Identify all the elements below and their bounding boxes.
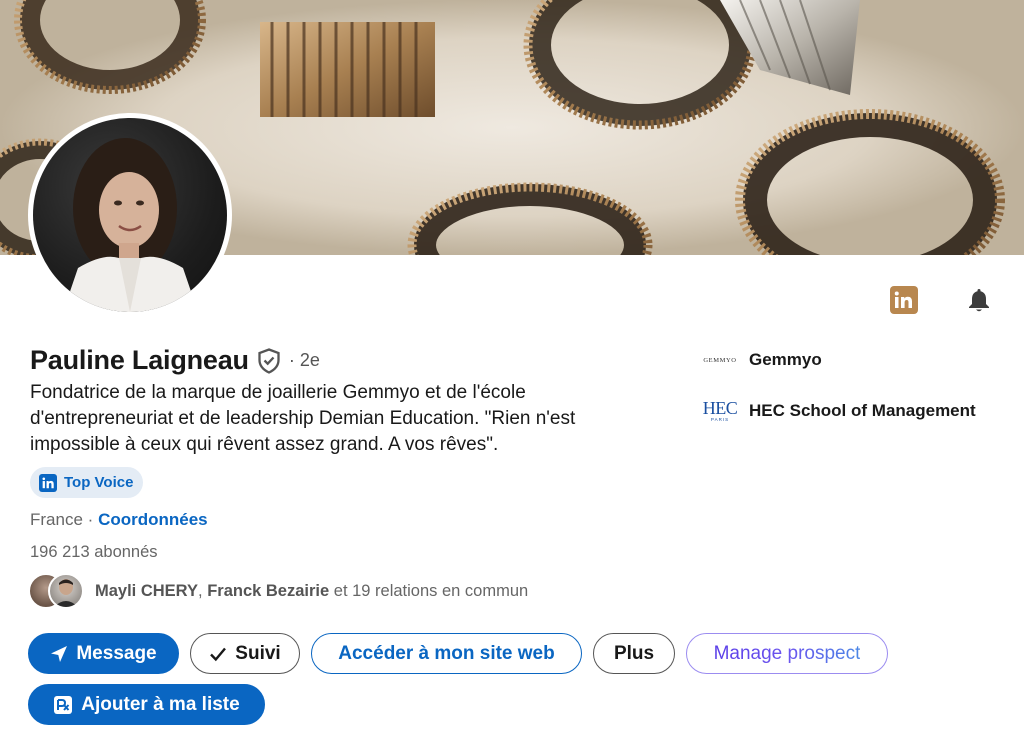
followers-count[interactable]: 196 213 abonnés (30, 543, 158, 562)
gemmyo-logo: GEMMYO (703, 356, 737, 364)
profile-photo (33, 118, 227, 312)
website-button[interactable]: Accéder à mon site web (311, 633, 582, 674)
mutual-rest: et 19 relations en commun (333, 581, 529, 600)
bell-icon[interactable] (964, 285, 994, 315)
top-voice-badge[interactable]: Top Voice (30, 467, 144, 498)
manage-prospect-label: Manage prospect (713, 642, 861, 664)
linkedin-icon[interactable] (890, 286, 918, 314)
send-icon (51, 645, 68, 662)
profile-location: France · Coordonnées (30, 510, 208, 530)
location-text: France (30, 510, 83, 529)
mutual-avatar-2 (48, 573, 84, 609)
company-name-gemmyo: Gemmyo (749, 350, 822, 369)
manage-prospect-button[interactable]: Manage prospect (686, 633, 888, 674)
mutual-name-2: Franck Bezairie (207, 581, 330, 600)
shield-check-icon[interactable] (257, 347, 283, 374)
check-icon (210, 647, 227, 661)
mutual-connections[interactable]: Mayli CHERY, Franck Bezairie et 19 relat… (28, 573, 528, 609)
add-list-icon (54, 695, 73, 714)
profile-name-row: Pauline Laigneau · 2e (30, 345, 320, 376)
mutual-avatars (28, 573, 86, 609)
profile-name: Pauline Laigneau (30, 345, 249, 375)
action-buttons-row-2: Ajouter à ma liste (28, 684, 265, 725)
more-label: Plus (613, 642, 655, 664)
company-gemmyo[interactable]: GEMMYO Gemmyo (700, 350, 822, 370)
profile-avatar[interactable] (28, 113, 232, 317)
top-voice-label: Top Voice (64, 474, 134, 491)
location-separator: · (87, 510, 94, 529)
add-to-list-label: Ajouter à ma liste (81, 693, 240, 715)
company-name-hec: HEC School of Management (749, 401, 976, 420)
mutual-separator: , (198, 581, 203, 600)
linkedin-small-icon (39, 473, 57, 492)
mutual-text: Mayli CHERY, Franck Bezairie et 19 relat… (95, 582, 528, 601)
profile-page: Pauline Laigneau · 2e Fondatrice de la m… (0, 0, 1024, 750)
message-button[interactable]: Message (28, 633, 179, 674)
connection-degree: · 2e (288, 350, 320, 370)
company-hec[interactable]: HEC PARIS HEC School of Management (700, 398, 976, 422)
profile-top-icons (890, 285, 994, 315)
follow-label: Suivi (235, 642, 281, 664)
mutual-name-1: Mayli CHERY (95, 581, 198, 600)
add-to-list-button[interactable]: Ajouter à ma liste (28, 684, 265, 725)
hec-logo: HEC PARIS (702, 398, 738, 422)
action-buttons-row-1: Message Suivi Accéder à mon site web Plu… (28, 633, 888, 674)
profile-headline: Fondatrice de la marque de joaillerie Ge… (30, 382, 576, 455)
contact-info-link[interactable]: Coordonnées (98, 510, 208, 529)
more-button[interactable]: Plus (593, 633, 675, 674)
follow-button[interactable]: Suivi (190, 633, 300, 674)
website-label: Accéder à mon site web (338, 642, 555, 664)
message-label: Message (76, 642, 157, 664)
